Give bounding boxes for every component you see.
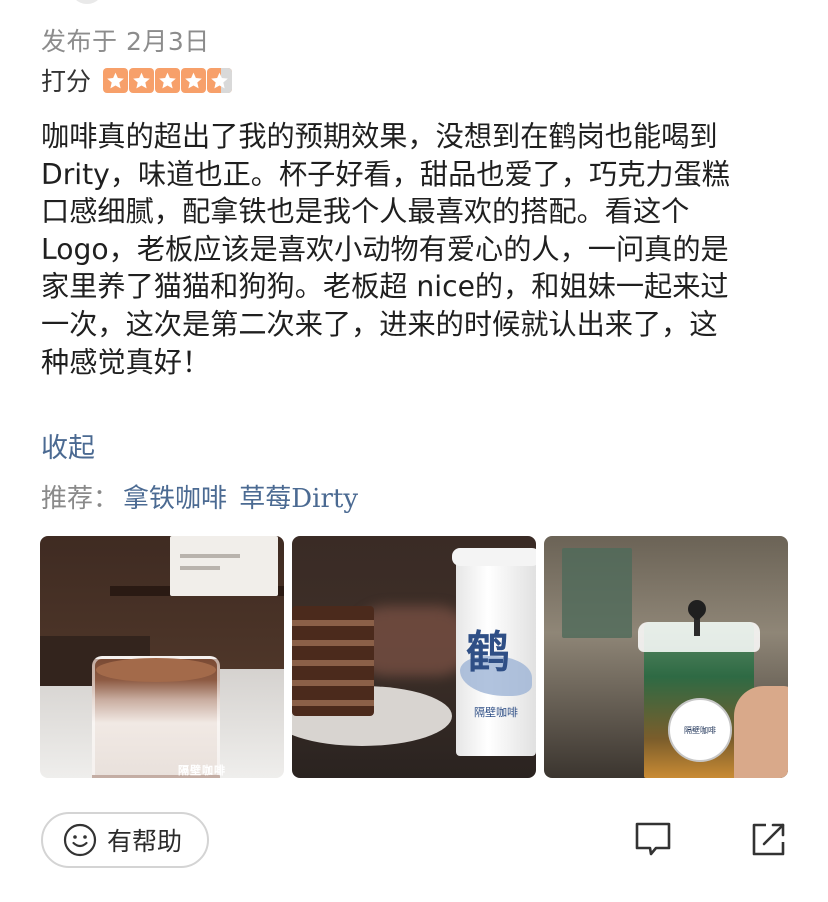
photo-gallery: 隔壁咖啡 鹤 隔壁咖啡 隔壁咖啡	[40, 536, 788, 778]
smiley-icon	[63, 823, 97, 857]
review-line: 家里养了猫猫和狗狗。老板超 nice的，和姐妹一起来过	[41, 270, 729, 304]
share-icon[interactable]	[748, 818, 790, 860]
post-date: 发布于 2月3日	[41, 27, 210, 56]
star-icon	[181, 67, 207, 93]
helpful-button[interactable]: 有帮助	[41, 812, 209, 868]
cup-logo-text: 隔壁咖啡	[474, 706, 518, 719]
star-icon	[103, 67, 129, 93]
review-text: 咖啡真的超出了我的预期效果，没想到在鹤岗也能喝到 Drity，味道也正。杯子好看…	[41, 118, 786, 381]
star-rating	[103, 67, 233, 93]
comment-icon[interactable]	[632, 818, 674, 860]
review-line: 种感觉真好！	[41, 345, 211, 379]
collapse-link[interactable]: 收起	[41, 426, 95, 465]
avatar[interactable]	[70, 0, 104, 4]
logo-sticker: 隔壁咖啡	[668, 698, 732, 762]
review-line: 咖啡真的超出了我的预期效果，没想到在鹤岗也能喝到	[41, 120, 718, 153]
half-star-icon	[207, 67, 233, 93]
layered-drink-photo[interactable]: 隔壁咖啡	[544, 536, 788, 778]
star-icon	[155, 67, 181, 93]
recommend-label: 推荐：	[41, 484, 120, 514]
dirty-coffee-photo[interactable]: 隔壁咖啡	[40, 536, 284, 778]
review-line: Logo，老板应该是喜欢小动物有爱心的人，一问真的是	[41, 232, 729, 266]
star-icon	[129, 67, 155, 93]
review-line: Drity，味道也正。杯子好看，甜品也爱了，巧克力蛋糕	[41, 157, 730, 191]
photo-caption: 隔壁咖啡	[178, 764, 226, 777]
recommended-dish-link[interactable]: 草莓Dirty	[239, 484, 358, 514]
review-line: 口感细腻，配拿铁也是我个人最喜欢的搭配。看这个	[41, 195, 690, 229]
cup-logo-mark: 鹤	[466, 627, 510, 678]
rating-row: 打分	[41, 62, 233, 98]
helpful-label: 有帮助	[107, 827, 183, 856]
review-line: 一次，这次是第二次来了，进来的时候就认出来了，这	[41, 307, 718, 341]
recommended-dish-link[interactable]: 拿铁咖啡	[123, 484, 227, 514]
cake-and-cup-photo[interactable]: 鹤 隔壁咖啡	[292, 536, 536, 778]
rating-label: 打分	[41, 67, 92, 96]
recommend-row: 推荐： 拿铁咖啡 草莓Dirty	[41, 478, 358, 515]
